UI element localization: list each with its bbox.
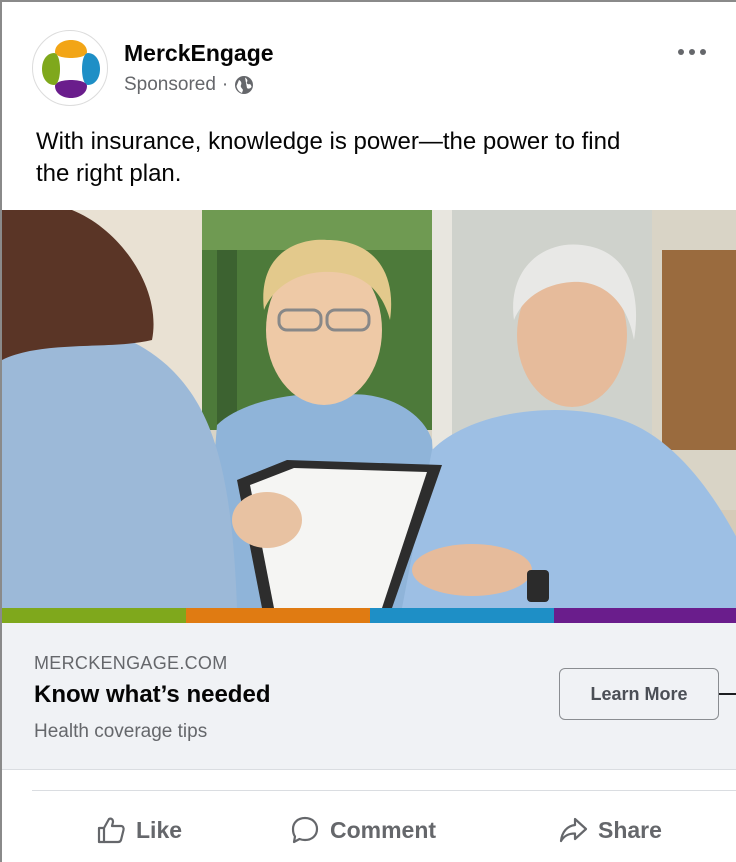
link-preview[interactable]: MERCKENGAGE.COM Know what’s needed Healt… <box>2 623 736 770</box>
thumbs-up-icon <box>97 817 125 844</box>
like-button[interactable]: Like <box>96 800 182 860</box>
share-button[interactable]: Share <box>558 800 662 860</box>
post-actions: Like Comment Share <box>2 800 736 862</box>
post-header: MerckEngage Sponsored · <box>32 30 712 106</box>
learn-more-button[interactable]: Learn More <box>559 668 719 720</box>
callout-line <box>719 693 736 695</box>
speech-bubble-icon <box>291 816 319 844</box>
globe-icon <box>235 76 254 94</box>
comment-label: Comment <box>330 816 437 843</box>
share-arrow-icon <box>559 817 588 843</box>
brand-color-bar <box>2 608 736 623</box>
ad-photo-illustration <box>2 210 736 608</box>
merck-engage-logo <box>42 40 100 98</box>
ad-post-card: MerckEngage Sponsored · With insurance, … <box>0 0 736 862</box>
meta-separator: · <box>221 74 229 95</box>
post-meta: Sponsored · <box>124 74 254 96</box>
page-avatar[interactable] <box>32 30 108 106</box>
post-text: With insurance, knowledge is power—the p… <box>36 128 621 187</box>
page-name[interactable]: MerckEngage <box>124 40 274 67</box>
actions-divider <box>32 790 736 791</box>
link-headline[interactable]: Know what’s needed <box>34 681 270 709</box>
link-domain: MERCKENGAGE.COM <box>34 653 228 673</box>
more-options-icon[interactable] <box>672 40 712 64</box>
link-description: Health coverage tips <box>34 721 208 742</box>
ad-photo[interactable] <box>2 210 736 608</box>
share-label: Share <box>598 816 662 843</box>
like-label: Like <box>136 816 183 843</box>
sponsored-label[interactable]: Sponsored <box>124 74 216 96</box>
comment-button[interactable]: Comment <box>290 800 436 860</box>
